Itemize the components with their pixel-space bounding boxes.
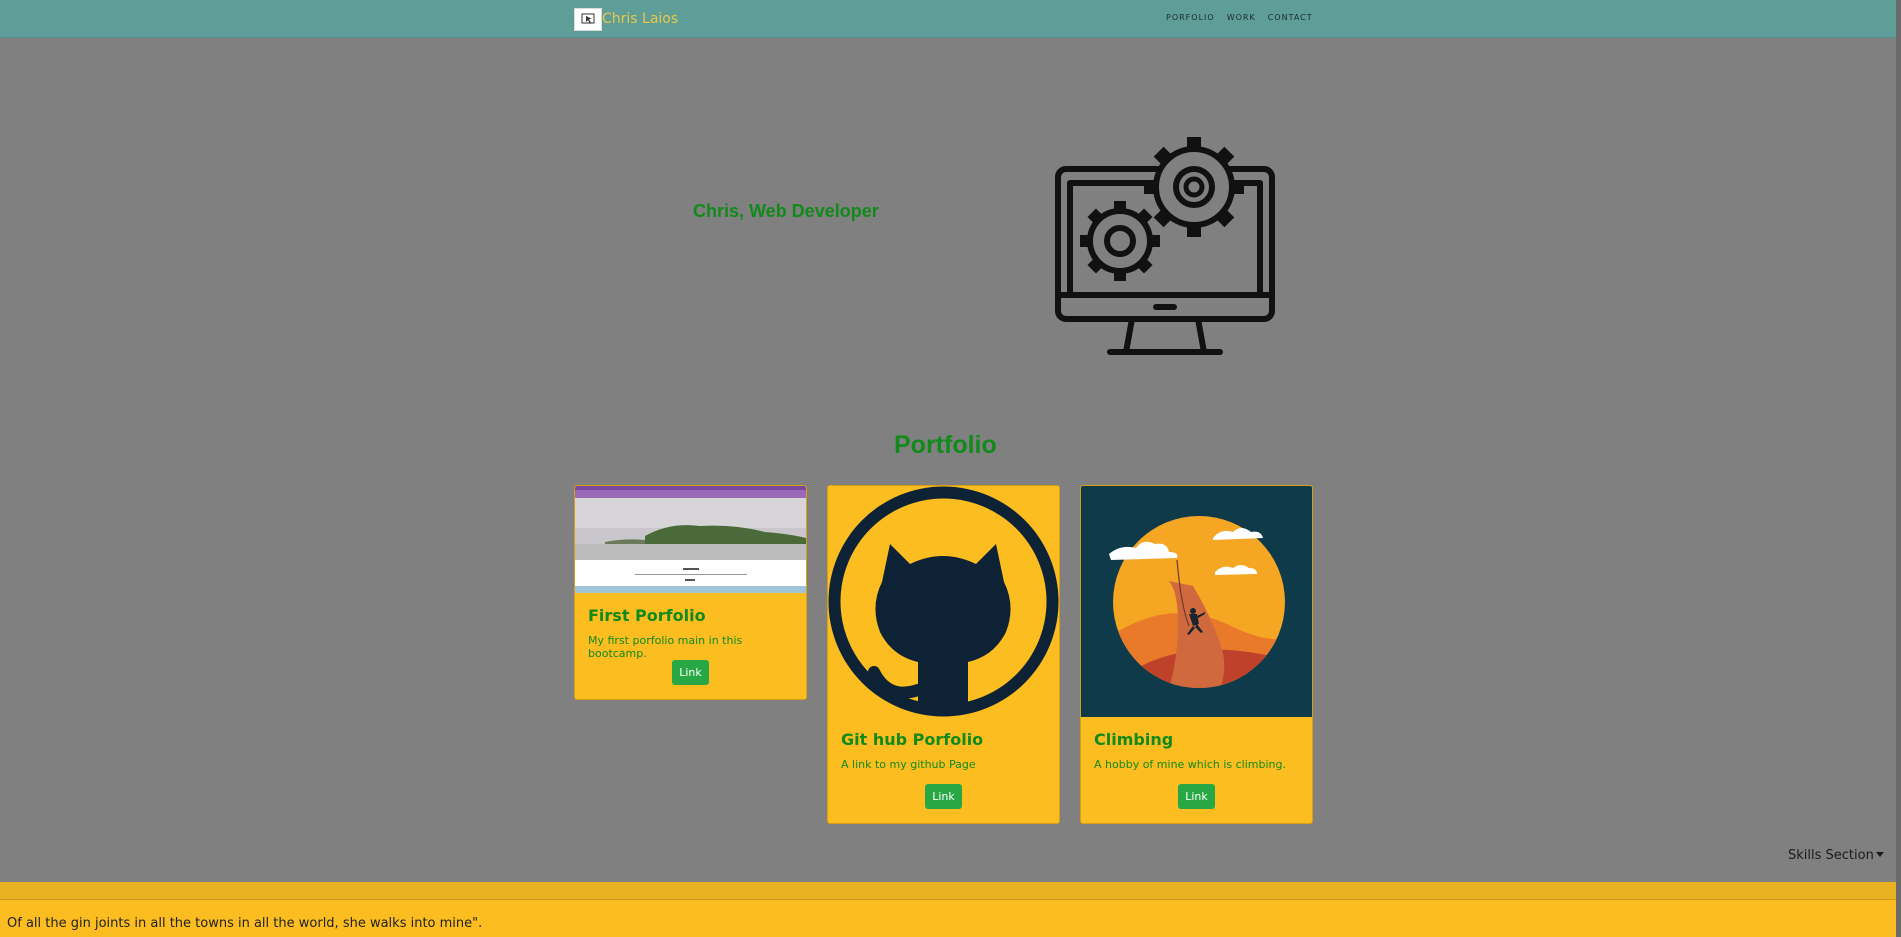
portfolio-card-github: Git hub Porfolio A link to my github Pag…: [827, 485, 1060, 824]
nav-links: PORFOLIO WORK CONTACT: [1166, 13, 1313, 22]
github-octocat-icon: [828, 486, 1059, 717]
caret-down-icon: [1875, 852, 1884, 857]
navbar: Chris Laios PORFOLIO WORK CONTACT: [0, 0, 1896, 38]
computer-gears-icon: [1055, 137, 1275, 355]
skills-section-label: Skills Section: [1788, 848, 1874, 863]
card-text: A link to my github Page: [841, 758, 976, 771]
hero-title: Chris, Web Developer: [693, 201, 879, 221]
first-portfolio-screenshot: [575, 486, 806, 593]
brand-name: Chris Laios: [602, 11, 679, 27]
climbing-link-button[interactable]: Link: [1178, 784, 1215, 809]
scrollbar[interactable]: [1896, 0, 1901, 937]
card-body: Climbing A hobby of mine which is climbi…: [1081, 730, 1312, 771]
card-text: A hobby of mine which is climbing.: [1094, 758, 1286, 771]
card-body: Git hub Porfolio A link to my github Pag…: [828, 730, 1059, 771]
card-title: First Porfolio: [588, 606, 706, 625]
brand-logo-icon: [574, 7, 602, 31]
footer-band: [0, 882, 1896, 900]
card-title: Git hub Porfolio: [841, 730, 984, 749]
first-portfolio-link-button[interactable]: Link: [672, 660, 709, 685]
skills-section-dropdown[interactable]: Skills Section: [1788, 848, 1884, 863]
nav-link-work[interactable]: WORK: [1227, 13, 1256, 22]
footer: Of all the gin joints in all the towns i…: [0, 900, 1896, 937]
card-text: My first porfolio main in this bootcamp.: [588, 634, 743, 660]
nav-link-contact[interactable]: CONTACT: [1268, 13, 1313, 22]
nav-link-portfolio[interactable]: PORFOLIO: [1166, 13, 1215, 22]
card-body: First Porfolio My first porfolio main in…: [575, 606, 806, 660]
footer-quote: Of all the gin joints in all the towns i…: [7, 916, 483, 931]
climbing-illustration: [1081, 486, 1312, 717]
portfolio-card-climbing: Climbing A hobby of mine which is climbi…: [1080, 485, 1313, 824]
brand-link[interactable]: Chris Laios: [574, 7, 679, 31]
card-title: Climbing: [1094, 730, 1174, 749]
portfolio-card-first: First Porfolio My first porfolio main in…: [574, 485, 807, 700]
github-portfolio-link-button[interactable]: Link: [925, 784, 962, 809]
portfolio-heading: Portfolio: [894, 431, 997, 459]
